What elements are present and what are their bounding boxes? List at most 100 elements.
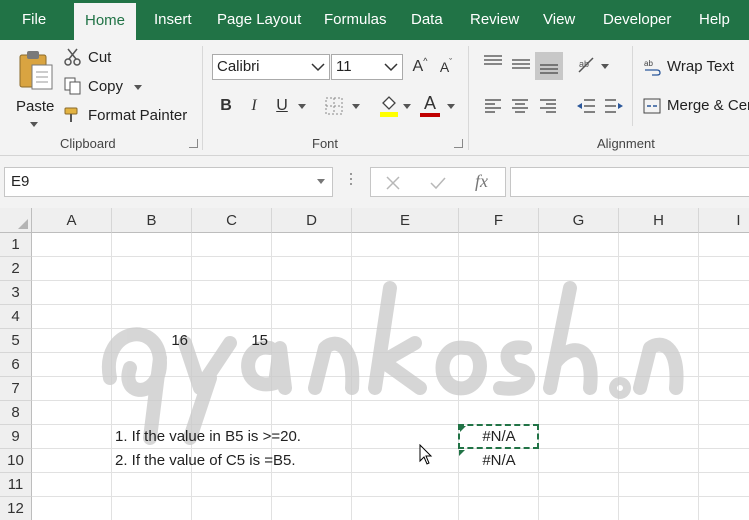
chevron-down-icon[interactable] (403, 104, 411, 110)
wrap-text-icon: ab (644, 59, 661, 76)
font-color-swatch (420, 113, 440, 117)
column-header-g[interactable]: G (539, 208, 619, 233)
align-center-icon[interactable] (511, 98, 529, 114)
column-header-c[interactable]: C (192, 208, 272, 233)
align-top-icon[interactable] (483, 54, 503, 70)
cell-c5[interactable]: 15 (192, 329, 268, 353)
row-header-9[interactable]: 9 (0, 425, 32, 449)
cut-button[interactable]: Cut (64, 48, 124, 70)
cut-label: Cut (88, 49, 112, 66)
row-header-1[interactable]: 1 (0, 233, 32, 257)
font-name-value: Calibri (217, 58, 260, 75)
name-box[interactable]: E9 (4, 167, 333, 197)
underline-button[interactable]: U (271, 94, 293, 118)
row-header-4[interactable]: 4 (0, 305, 32, 329)
gridline (32, 280, 749, 281)
row-header-6[interactable]: 6 (0, 353, 32, 377)
copy-button[interactable]: Copy (64, 77, 148, 99)
error-indicator-icon[interactable] (460, 426, 466, 432)
column-header-i[interactable]: I (699, 208, 749, 233)
tab-page-layout[interactable]: Page Layout (206, 0, 312, 40)
italic-button[interactable]: I (243, 94, 265, 118)
ribbon-home: Paste Cut Copy Format Painter Clipboard … (0, 40, 749, 156)
tab-data[interactable]: Data (400, 0, 454, 40)
align-right-icon[interactable] (539, 98, 557, 114)
font-size-value: 11 (336, 58, 352, 75)
paste-label: Paste (16, 98, 55, 115)
format-painter-button[interactable]: Format Painter (64, 106, 194, 128)
formula-input[interactable] (510, 167, 749, 197)
svg-text:ab: ab (644, 59, 653, 68)
tab-file[interactable]: File (11, 0, 57, 40)
group-separator (632, 46, 633, 126)
tab-insert[interactable]: Insert (143, 0, 203, 40)
cell-b10[interactable]: 2. If the value of C5 is =B5. (115, 449, 296, 473)
align-bottom-icon (540, 64, 558, 74)
row-header-5[interactable]: 5 (0, 329, 32, 353)
tab-review[interactable]: Review (459, 0, 530, 40)
gridline (32, 304, 749, 305)
grow-font-button[interactable]: A^ (409, 55, 431, 79)
tab-formulas[interactable]: Formulas (313, 0, 398, 40)
insert-function-button[interactable]: fx (475, 171, 488, 192)
fill-color-icon[interactable] (379, 95, 399, 117)
font-size-select[interactable]: 11 (331, 54, 403, 80)
row-header-2[interactable]: 2 (0, 257, 32, 281)
align-left-icon[interactable] (484, 98, 502, 114)
font-name-select[interactable]: Calibri (212, 54, 330, 80)
row-header-8[interactable]: 8 (0, 401, 32, 425)
column-header-h[interactable]: H (619, 208, 699, 233)
column-header-b[interactable]: B (112, 208, 192, 233)
merge-center-label: Merge & Cen (667, 97, 749, 114)
enter-check-icon[interactable] (429, 175, 447, 191)
row-header-10[interactable]: 10 (0, 449, 32, 473)
format-painter-label: Format Painter (88, 107, 188, 124)
font-launcher-icon[interactable] (454, 139, 463, 148)
clipboard-launcher-icon[interactable] (189, 139, 198, 148)
cell-b5[interactable]: 16 (112, 329, 188, 353)
font-color-icon: A (423, 93, 436, 113)
row-header-7[interactable]: 7 (0, 377, 32, 401)
align-middle-icon[interactable] (511, 58, 531, 74)
chevron-down-icon[interactable] (601, 64, 609, 70)
paste-button[interactable]: Paste (10, 46, 58, 128)
bold-button[interactable]: B (215, 94, 237, 118)
row-header-3[interactable]: 3 (0, 281, 32, 305)
chevron-down-icon[interactable] (298, 104, 306, 110)
font-group-label: Font (312, 136, 339, 151)
row-header-12[interactable]: 12 (0, 497, 32, 520)
gridline (32, 496, 749, 497)
copy-marquee (458, 424, 539, 449)
cell-f10[interactable]: #N/A (459, 449, 539, 473)
caret-down-icon: ˇ (449, 57, 453, 67)
column-header-f[interactable]: F (459, 208, 539, 233)
increase-indent-icon[interactable] (604, 98, 624, 114)
cell-b9[interactable]: 1. If the value in B5 is >=20. (115, 425, 301, 449)
tab-developer[interactable]: Developer (592, 0, 682, 40)
column-header-e[interactable]: E (352, 208, 459, 233)
align-bottom-button[interactable] (535, 52, 563, 80)
chevron-down-icon (384, 63, 398, 72)
shrink-font-button[interactable]: Aˇ (435, 55, 457, 79)
wrap-text-button[interactable]: ab Wrap Text (643, 56, 749, 80)
orientation-icon[interactable]: ab (576, 56, 598, 76)
chevron-down-icon[interactable] (352, 104, 360, 110)
font-color-button[interactable]: A (419, 91, 441, 115)
select-all-corner[interactable] (0, 208, 32, 233)
chevron-down-icon (317, 179, 325, 184)
row-header-11[interactable]: 11 (0, 473, 32, 497)
column-header-a[interactable]: A (32, 208, 112, 233)
grow-font-icon: A (412, 58, 424, 75)
formula-bar-grip[interactable] (350, 173, 353, 191)
error-indicator-icon[interactable] (459, 450, 465, 456)
borders-icon[interactable] (325, 97, 343, 115)
decrease-indent-icon[interactable] (576, 98, 596, 114)
tab-view[interactable]: View (532, 0, 586, 40)
tab-home[interactable]: Home (74, 3, 137, 40)
chevron-down-icon[interactable] (447, 104, 455, 110)
merge-center-button[interactable]: Merge & Cen (643, 95, 749, 119)
cancel-icon[interactable] (385, 175, 401, 191)
tab-help[interactable]: Help (688, 0, 741, 40)
gridline (32, 400, 749, 401)
column-header-d[interactable]: D (272, 208, 352, 233)
